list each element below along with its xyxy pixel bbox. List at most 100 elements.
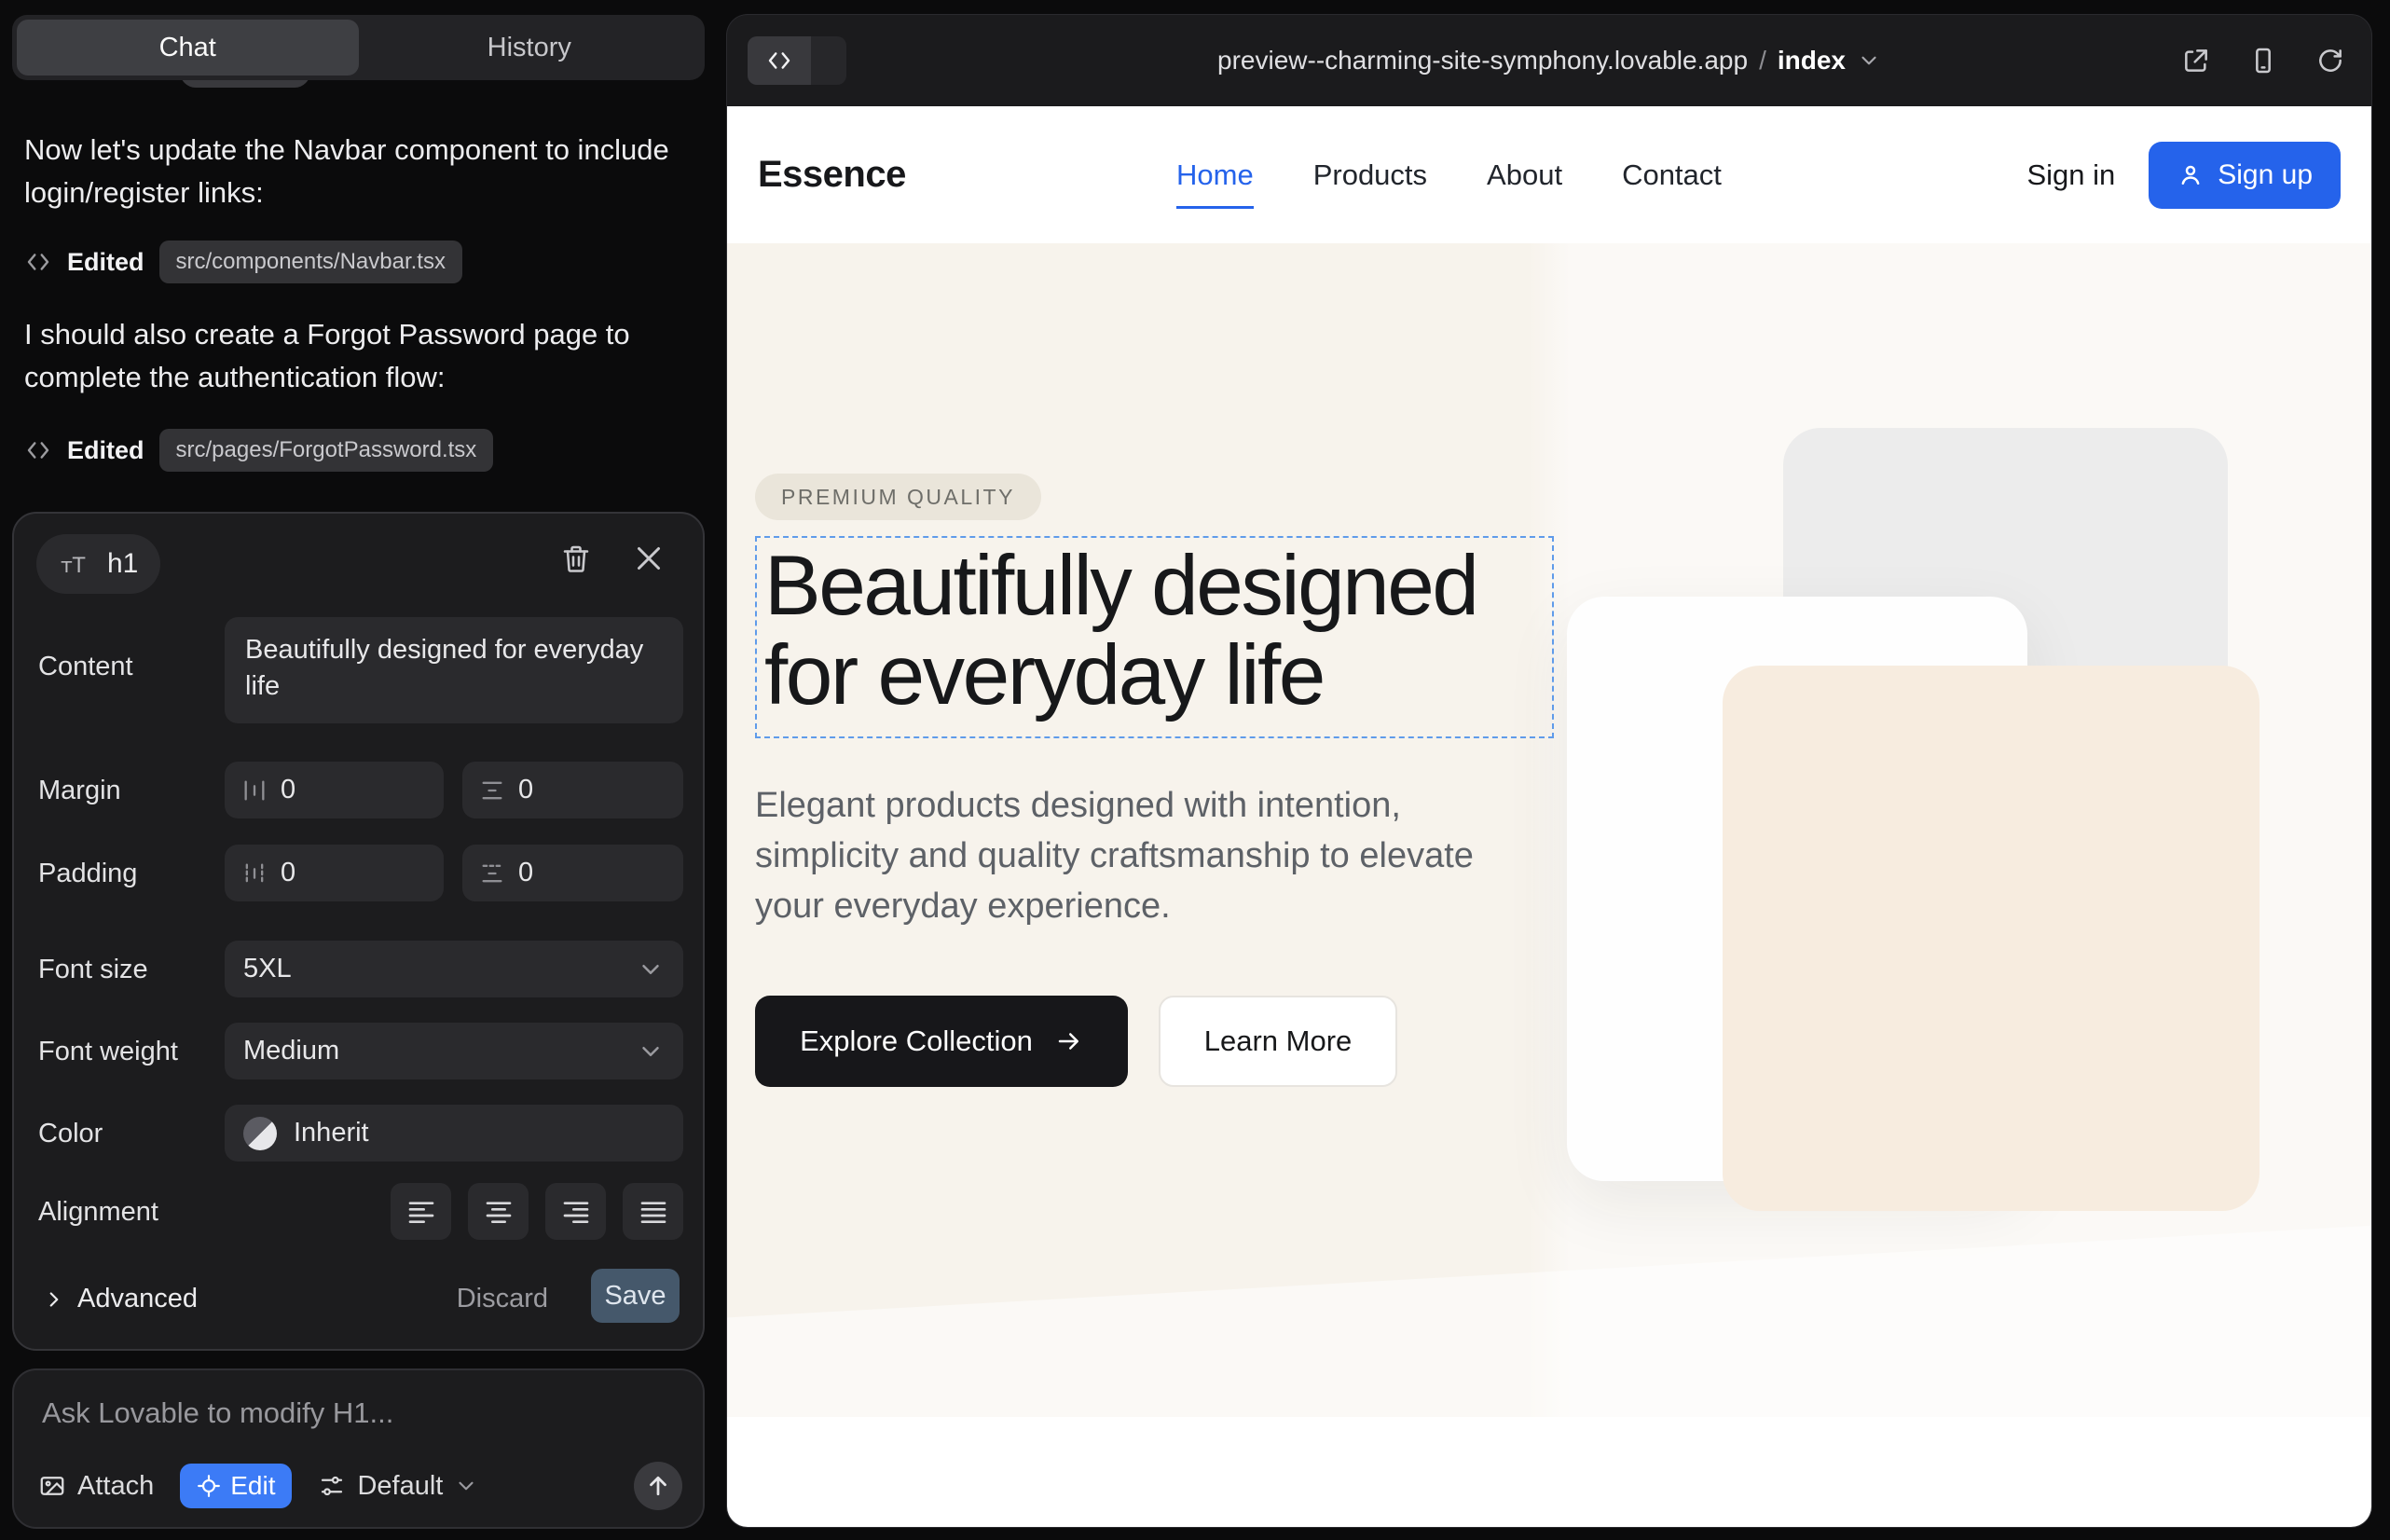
margin-horizontal-icon [241,777,268,804]
hero-section: PREMIUM QUALITY Beautifully designed for… [727,243,2371,1417]
default-mode-button[interactable]: Default [318,1471,478,1502]
edit-label: Edit [230,1471,275,1501]
site-brand[interactable]: Essence [758,154,906,196]
code-icon [24,436,52,464]
explore-collection-label: Explore Collection [800,1024,1033,1058]
arrow-right-icon [1055,1027,1083,1055]
padding-x-input[interactable] [281,858,427,888]
site-nav-auth: Sign in Sign up [2026,142,2341,209]
nav-link-contact[interactable]: Contact [1622,158,1722,192]
chevron-down-icon [454,1474,478,1498]
padding-label: Padding [38,859,137,889]
tab-history[interactable]: History [359,20,701,76]
chat-message: I should also create a Forgot Password p… [24,313,686,398]
preview-url-page: index [1778,46,1846,76]
discard-button[interactable]: Discard [457,1284,548,1314]
svg-text:тT: тT [61,555,86,578]
color-value: Inherit [294,1118,369,1148]
code-view-toggle[interactable] [748,36,846,85]
code-toggle-segment[interactable] [811,36,846,85]
margin-y-input[interactable] [518,775,666,805]
chevron-right-icon [42,1287,66,1312]
align-left-button[interactable] [391,1183,451,1240]
padding-y-field[interactable] [462,845,683,901]
chevron-down-icon [1857,48,1881,73]
sign-up-button[interactable]: Sign up [2149,142,2341,209]
file-chip[interactable]: src/components/Navbar.tsx [159,241,462,283]
font-size-label: Font size [38,955,148,985]
refresh-icon[interactable] [2315,46,2345,76]
align-center-button[interactable] [468,1183,529,1240]
open-external-icon[interactable] [2181,46,2211,76]
preview-pane: preview--charming-site-symphony.lovable.… [727,15,2371,1527]
nav-link-products[interactable]: Products [1313,158,1427,192]
tab-chat[interactable]: Chat [17,20,359,76]
image-icon [38,1472,66,1500]
font-size-select[interactable]: 5XL [225,941,683,997]
site-nav-links: Home Products About Contact [1176,158,1722,192]
edited-label: Edited [67,436,144,465]
element-editor-panel: тT h1 Content Beautifully designed for e… [12,512,705,1351]
edited-file-row: Edited src/components/Navbar.tsx [24,241,462,283]
element-tag-label: h1 [107,548,138,580]
site-navbar: Essence Home Products About Contact Sign… [727,106,2371,243]
padding-y-input[interactable] [518,858,666,888]
chevron-down-icon [637,1038,665,1066]
chat-message: Now let's update the Navbar component to… [24,129,686,213]
chat-composer: Attach Edit Default [12,1368,705,1529]
align-justify-button[interactable] [623,1183,683,1240]
content-label: Content [38,652,133,682]
margin-x-input[interactable] [281,775,427,805]
margin-vertical-icon [479,777,505,804]
file-chip[interactable]: src/pages/ForgotPassword.tsx [159,429,494,472]
padding-x-field[interactable] [225,845,444,901]
sign-up-label: Sign up [2218,159,2313,191]
hero-paragraph: Elegant products designed with intention… [755,781,1496,932]
sign-in-link[interactable]: Sign in [2026,158,2115,192]
composer-input[interactable] [42,1396,639,1430]
margin-x-field[interactable] [225,762,444,818]
preview-actions [2181,15,2345,106]
explore-collection-button[interactable]: Explore Collection [755,996,1128,1087]
selected-element-outline[interactable]: Beautifully designed for everyday life [755,536,1554,738]
save-button[interactable]: Save [591,1269,680,1323]
decorative-card-beige [1723,666,2260,1211]
alignment-buttons [391,1183,683,1240]
margin-y-field[interactable] [462,762,683,818]
person-icon [2177,161,2205,189]
color-select[interactable]: Inherit [225,1105,683,1162]
edit-mode-button[interactable]: Edit [180,1464,292,1508]
code-icon [748,36,811,85]
mobile-view-icon[interactable] [2248,46,2278,76]
preview-url-dropdown[interactable]: preview--charming-site-symphony.lovable.… [1217,15,1881,106]
send-button[interactable] [634,1462,682,1510]
delete-element-button[interactable] [559,542,593,575]
attach-label: Attach [77,1471,154,1502]
alignment-label: Alignment [38,1197,158,1228]
advanced-label: Advanced [77,1284,198,1314]
align-right-button[interactable] [545,1183,606,1240]
nav-link-about[interactable]: About [1487,158,1562,192]
attach-button[interactable]: Attach [38,1471,154,1502]
padding-horizontal-icon [241,860,268,887]
preview-url-host: preview--charming-site-symphony.lovable.… [1217,46,1748,76]
font-weight-value: Medium [243,1036,339,1066]
font-weight-select[interactable]: Medium [225,1023,683,1079]
color-label: Color [38,1119,103,1149]
composer-toolbar: Attach Edit Default [38,1462,682,1510]
inherit-color-swatch-icon [243,1117,277,1150]
content-input[interactable]: Beautifully designed for everyday life [225,617,683,723]
hero-heading[interactable]: Beautifully designed for everyday life [764,542,1543,722]
learn-more-button[interactable]: Learn More [1159,996,1397,1087]
margin-label: Margin [38,776,121,806]
preview-topbar: preview--charming-site-symphony.lovable.… [727,15,2371,106]
edited-file-row: Edited src/pages/ForgotPassword.tsx [24,429,493,472]
premium-quality-badge: PREMIUM QUALITY [755,474,1041,520]
advanced-toggle[interactable]: Advanced [42,1284,198,1314]
typography-icon: тT [59,548,96,580]
close-editor-button[interactable] [632,542,666,575]
nav-link-home[interactable]: Home [1176,158,1254,192]
decorative-diagonal [727,1211,2371,1417]
selected-element-pill[interactable]: тT h1 [36,534,160,594]
code-icon [24,248,52,276]
